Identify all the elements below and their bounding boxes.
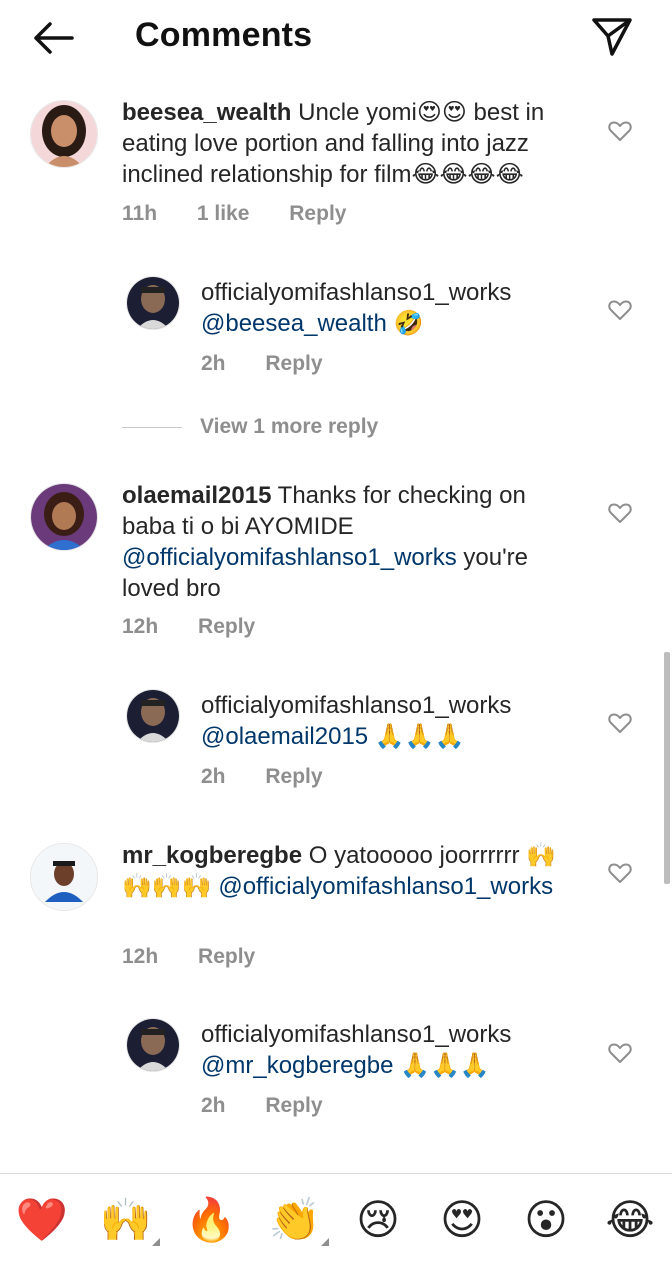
reply-text: officialyomifashlanso1_works @olaemail20… [201,690,601,752]
reply-username[interactable]: officialyomifashlanso1_works [201,690,601,721]
page-title: Comments [135,16,313,54]
comment-text: olaemail2015 Thanks for checking on baba… [122,480,562,604]
comment-meta: 12h Reply [122,615,289,639]
crying-emoji-button[interactable]: 😢 [350,1192,406,1248]
avatar[interactable] [126,689,180,743]
comment-time: 12h [122,945,159,968]
avatar[interactable] [126,276,180,330]
surprised-emoji-button[interactable]: 😮 [518,1192,574,1248]
laughing-emoji-button[interactable]: 😂 [602,1192,658,1248]
fire-emoji-button[interactable]: 🔥 [183,1192,239,1248]
heart-eyes-emoji-button[interactable]: 😍 [434,1192,490,1248]
comment-time: 11h [122,202,158,225]
clapping-emoji: 👏 [268,1195,322,1244]
reply-meta: 2h Reply [201,765,357,789]
heart-outline-icon[interactable] [608,502,632,524]
skin-tone-indicator [152,1238,160,1246]
view-more-label: View 1 more reply [200,415,379,438]
reply-text: officialyomifashlanso1_works @mr_kogbere… [201,1019,601,1081]
comment-username[interactable]: olaemail2015 [122,482,271,509]
reply-meta: 2h Reply [201,1094,357,1118]
avatar[interactable] [30,483,98,551]
comment-time: 12h [122,615,159,638]
comment-likes[interactable]: 1 like [197,202,250,225]
reply-time: 2h [201,1094,226,1117]
comment-username[interactable]: beesea_wealth [122,99,291,126]
skin-tone-indicator [321,1238,329,1246]
heart-outline-icon[interactable] [608,712,632,734]
comment-text: mr_kogberegbe O yatooooo joorrrrrr 🙌🙌🙌🙌 … [122,840,572,902]
reply-button[interactable]: Reply [265,765,322,788]
reply-time: 2h [201,352,226,375]
reply-button[interactable]: Reply [198,945,255,968]
back-arrow-icon[interactable] [28,18,76,58]
heart-outline-icon[interactable] [608,1042,632,1064]
comment-mention[interactable]: @officialyomifashlanso1_works [122,544,457,571]
comment-body: Uncle yomi [298,99,417,126]
avatar[interactable] [30,843,98,911]
comment-username[interactable]: mr_kogberegbe [122,842,302,869]
reply-time: 2h [201,765,226,788]
heart-emoji-button[interactable]: ❤️ [14,1192,70,1248]
avatar[interactable] [126,1018,180,1072]
reply-mention[interactable]: @olaemail2015 [201,723,368,750]
heart-outline-icon[interactable] [608,862,632,884]
heart-outline-icon[interactable] [608,120,632,142]
reply-text: officialyomifashlanso1_works @beesea_wea… [201,277,601,339]
comment-mention[interactable]: @officialyomifashlanso1_works [218,873,553,900]
reply-username[interactable]: officialyomifashlanso1_works [201,1019,601,1050]
heart-outline-icon[interactable] [608,299,632,321]
scrollbar[interactable] [664,652,670,884]
comment-meta: 11h 1 like Reply [122,202,380,226]
comment-body: O yatooooo joorrrrrr [308,842,520,869]
clapping-emoji-button[interactable]: 👏 [267,1192,329,1248]
reply-emoji: 🙏🙏🙏 [400,1051,490,1079]
comment-text: beesea_wealth Uncle yomi😍😍 best in eatin… [122,97,592,190]
reply-button[interactable]: Reply [289,202,346,225]
comment-emoji: 😍😍 [416,98,467,126]
reply-button[interactable]: Reply [198,615,255,638]
reply-button[interactable]: Reply [265,1094,322,1117]
emoji-quick-bar: ❤️ 🙌 🔥 👏 😢 😍 😮 😂 [0,1173,672,1267]
reply-mention[interactable]: @beesea_wealth [201,310,387,337]
view-more-replies[interactable]: View 1 more reply [122,414,378,440]
reply-meta: 2h Reply [201,352,357,376]
raised-hands-emoji-button[interactable]: 🙌 [98,1192,160,1248]
comment-meta: 12h Reply [122,945,289,969]
header-bar: Comments [0,0,672,80]
send-icon[interactable] [588,14,636,60]
reply-username[interactable]: officialyomifashlanso1_works [201,277,601,308]
divider [122,426,182,428]
reply-emoji: 🙏🙏🙏 [374,722,465,750]
reply-mention[interactable]: @mr_kogberegbe [201,1052,393,1079]
avatar[interactable] [30,100,98,168]
reply-emoji: 🤣 [393,309,424,337]
reply-button[interactable]: Reply [265,352,322,375]
comment-emoji: 😂😂😂😂 [411,160,524,188]
raised-hands-emoji: 🙌 [99,1195,153,1244]
